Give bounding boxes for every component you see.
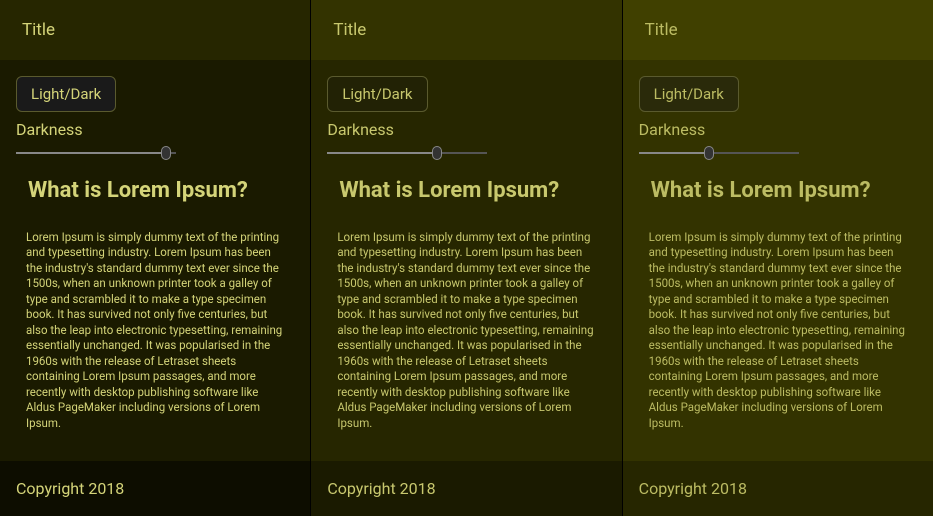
panel-header: Title	[0, 0, 310, 60]
content-body: Lorem Ipsum is simply dummy text of the …	[337, 230, 593, 432]
content-body: Lorem Ipsum is simply dummy text of the …	[649, 230, 905, 432]
toggle-label: Light/Dark	[31, 85, 101, 103]
slider-track-fill	[16, 152, 166, 154]
slider-track-fill	[327, 152, 437, 154]
panel-title: Title	[333, 20, 366, 40]
darkness-slider[interactable]	[327, 145, 487, 161]
darkness-label: Darkness	[16, 120, 294, 139]
theme-panel-0: Title Light/Dark Darkness What is Lorem …	[0, 0, 310, 516]
content-heading: What is Lorem Ipsum?	[339, 177, 593, 206]
slider-thumb[interactable]	[704, 146, 714, 160]
light-dark-toggle[interactable]: Light/Dark	[327, 76, 427, 112]
panel-title: Title	[22, 20, 55, 40]
theme-panel-2: Title Light/Dark Darkness What is Lorem …	[623, 0, 933, 516]
content-heading: What is Lorem Ipsum?	[28, 177, 282, 206]
content-heading: What is Lorem Ipsum?	[651, 177, 905, 206]
slider-thumb[interactable]	[161, 146, 171, 160]
footer-text: Copyright 2018	[639, 479, 747, 498]
panel-content: What is Lorem Ipsum? Lorem Ipsum is simp…	[0, 161, 310, 461]
panel-controls: Light/Dark Darkness	[311, 60, 621, 161]
panel-content: What is Lorem Ipsum? Lorem Ipsum is simp…	[311, 161, 621, 461]
panel-title: Title	[645, 20, 678, 40]
content-body: Lorem Ipsum is simply dummy text of the …	[26, 230, 282, 432]
panel-footer: Copyright 2018	[311, 461, 621, 516]
panel-controls: Light/Dark Darkness	[623, 60, 933, 161]
slider-track-fill	[639, 152, 709, 154]
slider-thumb[interactable]	[432, 146, 442, 160]
light-dark-toggle[interactable]: Light/Dark	[639, 76, 739, 112]
darkness-slider[interactable]	[16, 145, 176, 161]
light-dark-toggle[interactable]: Light/Dark	[16, 76, 116, 112]
toggle-label: Light/Dark	[342, 85, 412, 103]
panel-footer: Copyright 2018	[0, 461, 310, 516]
panel-header: Title	[311, 0, 621, 60]
footer-text: Copyright 2018	[16, 479, 124, 498]
darkness-label: Darkness	[327, 120, 605, 139]
darkness-slider[interactable]	[639, 145, 799, 161]
panel-controls: Light/Dark Darkness	[0, 60, 310, 161]
footer-text: Copyright 2018	[327, 479, 435, 498]
theme-panel-1: Title Light/Dark Darkness What is Lorem …	[311, 0, 621, 516]
panel-footer: Copyright 2018	[623, 461, 933, 516]
panel-content: What is Lorem Ipsum? Lorem Ipsum is simp…	[623, 161, 933, 461]
toggle-label: Light/Dark	[654, 85, 724, 103]
panel-header: Title	[623, 0, 933, 60]
darkness-label: Darkness	[639, 120, 917, 139]
